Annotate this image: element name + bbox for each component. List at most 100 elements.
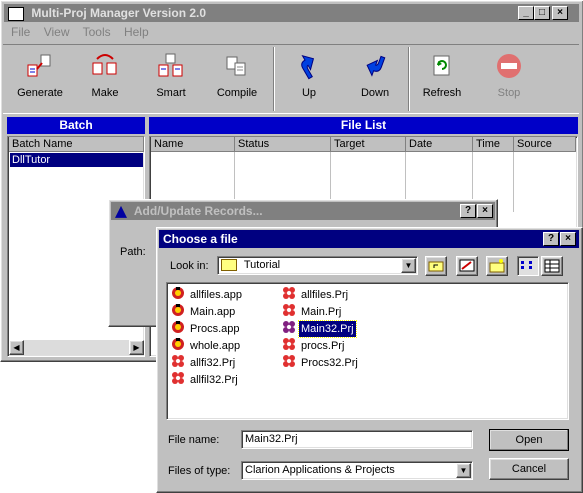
file-type-label: Files of type: xyxy=(168,465,231,477)
list-view-button[interactable] xyxy=(517,256,539,276)
file-name-input[interactable]: Main32.Prj xyxy=(241,430,473,449)
open-button[interactable]: Open xyxy=(489,429,569,451)
file-item[interactable]: Main.Prj xyxy=(282,303,343,320)
file-item-label: Procs.app xyxy=(190,323,240,335)
details-view-icon xyxy=(544,259,560,273)
up-folder-icon xyxy=(428,261,444,272)
chevron-down-icon[interactable]: ▼ xyxy=(456,463,471,478)
compile-icon xyxy=(206,49,268,83)
menu-file[interactable]: File xyxy=(11,25,30,39)
add-update-icon xyxy=(115,205,127,218)
menu-help[interactable]: Help xyxy=(124,25,149,39)
toolbar-separator xyxy=(273,47,275,111)
look-in-value: Tutorial xyxy=(243,259,281,271)
add-update-help-button[interactable]: ? xyxy=(460,204,476,218)
file-item[interactable]: allfil32.Prj xyxy=(171,371,240,390)
column-status[interactable]: Status xyxy=(235,137,331,152)
app-icon xyxy=(8,6,24,21)
file-item[interactable]: Main32.Prj xyxy=(282,320,357,338)
maximize-button[interactable]: □ xyxy=(534,6,550,20)
down-label: Down xyxy=(360,87,390,99)
file-item-label: allfi32.Prj xyxy=(190,357,236,369)
file-item-label: procs.Prj xyxy=(301,340,345,352)
refresh-icon xyxy=(411,49,473,83)
smart-button[interactable]: Smart xyxy=(140,49,202,109)
make-label: Make xyxy=(91,87,119,99)
generate-button[interactable]: Generate xyxy=(9,49,71,109)
down-button[interactable]: Down xyxy=(344,49,406,109)
chevron-down-icon[interactable]: ▼ xyxy=(401,258,416,273)
scroll-left-button[interactable]: ◀ xyxy=(9,340,24,355)
column-source[interactable]: Source xyxy=(514,137,576,152)
file-name-label: File name: xyxy=(168,434,220,446)
file-type-dropdown[interactable]: Clarion Applications & Projects ▼ xyxy=(241,461,473,480)
refresh-button[interactable]: Refresh xyxy=(411,49,473,109)
generate-label: Generate xyxy=(17,87,63,99)
file-browser-list[interactable]: allfiles.app Main.app Procs.app whole.app al… xyxy=(166,282,569,420)
menu-tools[interactable]: Tools xyxy=(83,25,111,39)
close-button[interactable]: × xyxy=(552,6,568,20)
choose-file-help-button[interactable]: ? xyxy=(543,232,559,246)
batch-horizontal-scrollbar[interactable]: ◀ ▶ xyxy=(9,340,144,355)
file-item[interactable]: Main.app xyxy=(171,303,237,320)
file-type-value: Clarion Applications & Projects xyxy=(245,464,395,476)
new-folder-button[interactable] xyxy=(486,256,508,276)
minimize-button[interactable]: _ xyxy=(518,6,534,20)
project-file-icon xyxy=(282,354,299,373)
compile-label: Compile xyxy=(216,87,258,99)
desktop-icon xyxy=(459,259,475,272)
file-item-label: allfil32.Prj xyxy=(190,374,238,386)
choose-file-close-button[interactable]: × xyxy=(560,232,576,246)
menu-bar: File View Tools Help xyxy=(11,25,159,41)
list-view-icon xyxy=(521,261,532,269)
look-in-label: Look in: xyxy=(170,260,209,272)
desktop-button[interactable] xyxy=(456,256,478,276)
main-window-title: Multi-Proj Manager Version 2.0 xyxy=(31,6,207,20)
up-button[interactable]: Up xyxy=(278,49,340,109)
add-update-close-button[interactable]: × xyxy=(477,204,493,218)
file-item[interactable]: Procs32.Prj xyxy=(282,354,360,373)
path-label: Path: xyxy=(120,246,146,258)
file-item[interactable]: whole.app xyxy=(171,337,242,354)
details-view-button[interactable] xyxy=(541,256,563,276)
cancel-button[interactable]: Cancel xyxy=(489,458,569,480)
arrow-up-icon xyxy=(278,49,340,83)
new-folder-icon xyxy=(489,259,505,273)
refresh-label: Refresh xyxy=(422,87,462,99)
up-folder-button[interactable] xyxy=(425,256,447,276)
make-button[interactable]: Make xyxy=(74,49,136,109)
column-date[interactable]: Date xyxy=(406,137,473,152)
file-item[interactable]: allfiles.Prj xyxy=(282,286,350,303)
choose-file-title: Choose a file xyxy=(163,232,238,246)
file-list-header: File List xyxy=(149,117,578,134)
column-name[interactable]: Name xyxy=(151,137,235,152)
file-item-label: Main32.Prj xyxy=(298,320,357,338)
choose-file-titlebar: Choose a file ? × xyxy=(159,230,579,248)
scroll-right-button[interactable]: ▶ xyxy=(129,340,144,355)
grid-line xyxy=(513,152,514,212)
file-item[interactable]: Procs.app xyxy=(171,320,242,337)
toolbar: Generate Make Smart Compile Up Down Refr… xyxy=(3,44,579,114)
look-in-dropdown[interactable]: Tutorial ▼ xyxy=(217,256,418,275)
compile-button[interactable]: Compile xyxy=(206,49,268,109)
smart-label: Smart xyxy=(156,87,186,99)
file-item[interactable]: allfi32.Prj xyxy=(171,354,237,371)
up-label: Up xyxy=(301,87,317,99)
column-target[interactable]: Target xyxy=(331,137,406,152)
choose-file-dialog: Choose a file ? × Look in: Tutorial ▼ al… xyxy=(156,227,583,493)
column-time[interactable]: Time xyxy=(473,137,514,152)
menu-view[interactable]: View xyxy=(44,25,70,39)
batch-name-column[interactable]: Batch Name xyxy=(9,137,144,152)
smart-icon xyxy=(140,49,202,83)
batch-item[interactable]: DllTutor xyxy=(10,153,143,167)
file-item-label: Main.app xyxy=(190,306,236,318)
stop-label: Stop xyxy=(497,87,521,99)
file-item[interactable]: procs.Prj xyxy=(282,337,346,354)
project-file-icon xyxy=(171,371,188,390)
stop-button: Stop xyxy=(478,49,540,109)
add-update-title: Add/Update Records... xyxy=(133,204,263,218)
main-titlebar: Multi-Proj Manager Version 2.0 _ □ × xyxy=(4,4,579,22)
batch-header: Batch xyxy=(7,117,145,134)
file-item[interactable]: allfiles.app xyxy=(171,286,244,303)
file-item-label: whole.app xyxy=(190,340,241,352)
